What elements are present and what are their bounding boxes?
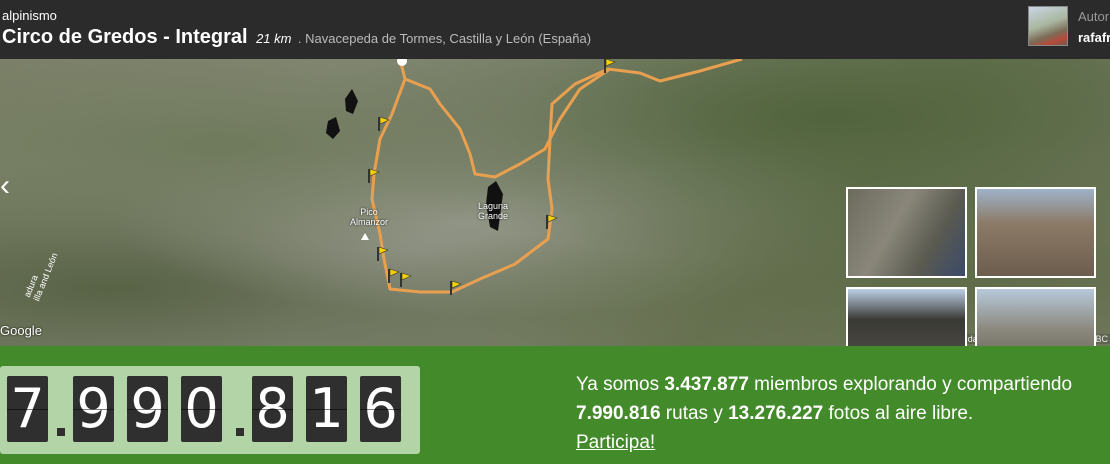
participa-link[interactable]: Participa!: [576, 432, 655, 453]
waypoint-flag-icon: [450, 280, 462, 295]
counter-digit: 0: [181, 376, 222, 442]
peak-marker-icon: [361, 233, 369, 240]
route-map[interactable]: ‹ Pico Almanzor Laguna Grande adura illa…: [0, 59, 1110, 346]
waypoint-flag-icon: [388, 268, 400, 283]
stats-text: miembros explorando y compartiendo: [748, 374, 1073, 395]
map-prev-arrow-icon[interactable]: ‹: [0, 171, 10, 201]
route-photo-thumbnail[interactable]: [975, 187, 1096, 278]
route-header: alpinismo Circo de Gredos - Integral 21 …: [0, 0, 1110, 59]
laguna-label-line: Grande: [478, 211, 509, 221]
waypoint-flag-icon: [604, 59, 616, 73]
counter-digit: 6: [360, 376, 401, 442]
routes-counter: 7 9 9 0 8 1 6: [0, 366, 420, 454]
route-title[interactable]: Circo de Gredos - Integral: [2, 26, 248, 48]
waypoint-flag-icon: [546, 214, 558, 229]
pico-label-line: Pico: [360, 207, 378, 217]
waypoint-flag-icon: [378, 116, 390, 131]
google-logo: Google: [0, 323, 42, 338]
laguna-label-line: Laguna: [478, 201, 509, 211]
stats-text: rutas y: [660, 403, 729, 424]
pico-almanzor-label: Pico Almanzor: [350, 207, 388, 227]
counter-separator: [236, 428, 244, 436]
stats-text: fotos al aire libre.: [823, 403, 974, 424]
waypoint-flag-icon: [377, 246, 389, 261]
routes-count: 7.990.816: [576, 403, 661, 424]
photos-count: 13.276.227: [728, 403, 824, 424]
stats-line-3: Participa!: [576, 428, 1110, 457]
community-band: 7 9 9 0 8 1 6 Ya somos 3.437.877 miembro…: [0, 346, 1110, 464]
community-stats: Ya somos 3.437.877 miembros explorando y…: [576, 370, 1110, 457]
waypoint-flag-icon: [397, 59, 407, 66]
waypoint-flag-icon: [400, 272, 412, 287]
stats-text: Ya somos: [576, 374, 665, 395]
pico-label-line: Almanzor: [350, 217, 389, 227]
counter-separator: [57, 428, 65, 436]
title-row: Circo de Gredos - Integral 21 km . Navac…: [2, 26, 591, 49]
counter-digit: 9: [73, 376, 114, 442]
laguna-grande-label: Laguna Grande: [478, 201, 508, 221]
counter-digit: 1: [306, 376, 347, 442]
route-photo-thumbnail[interactable]: [975, 287, 1096, 346]
route-location: . Navacepeda de Tormes, Castilla y León …: [297, 31, 592, 46]
counter-digit: 8: [252, 376, 293, 442]
route-photo-thumbnail[interactable]: [846, 287, 967, 346]
route-distance: 21 km: [256, 31, 292, 46]
counter-digit: 7: [7, 376, 48, 442]
author-label: Autor: [1078, 9, 1110, 24]
stats-line-2: 7.990.816 rutas y 13.276.227 fotos al ai…: [576, 399, 1110, 428]
waypoint-flag-icon: [368, 168, 380, 183]
members-count: 3.437.877: [664, 374, 749, 395]
route-photo-thumbnail[interactable]: [846, 187, 967, 278]
activity-category[interactable]: alpinismo: [2, 8, 57, 23]
author-avatar[interactable]: [1028, 6, 1068, 46]
counter-digit: 9: [127, 376, 168, 442]
stats-line-1: Ya somos 3.437.877 miembros explorando y…: [576, 370, 1110, 399]
author-name[interactable]: rafafr: [1078, 30, 1110, 45]
